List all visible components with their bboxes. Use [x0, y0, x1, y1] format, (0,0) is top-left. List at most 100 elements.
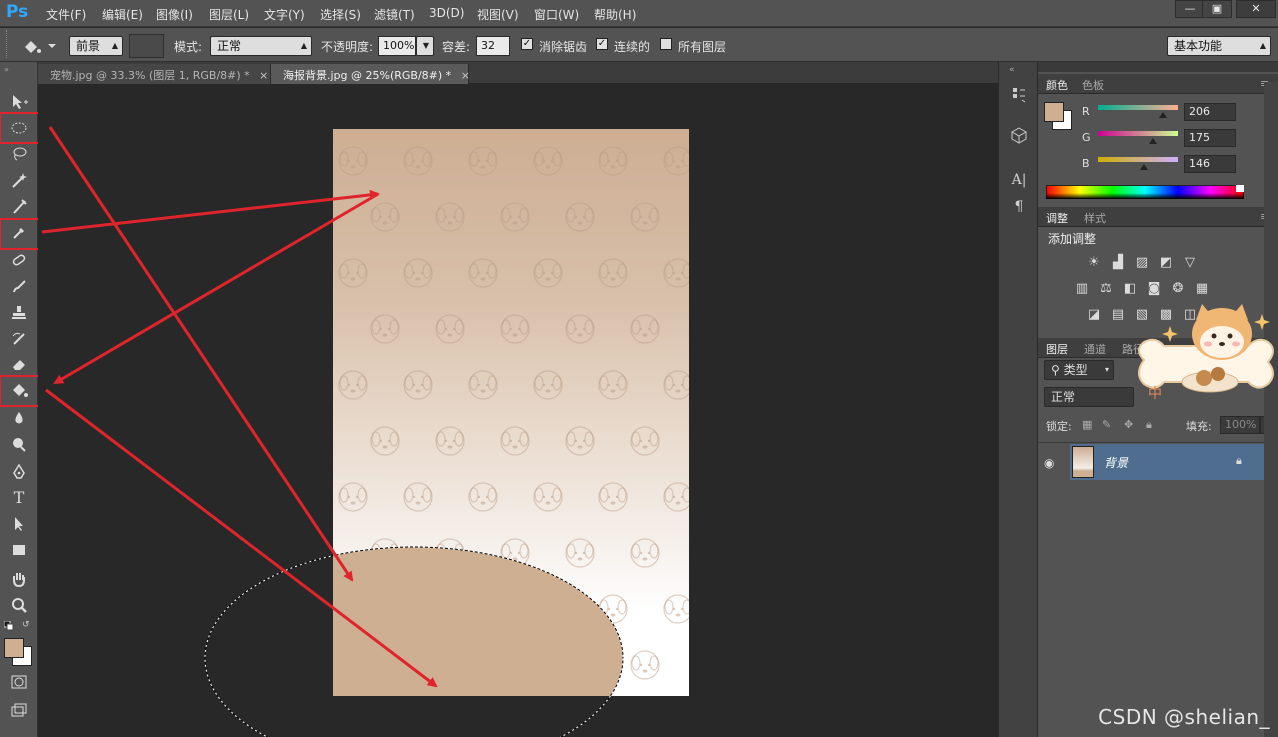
close-icon[interactable]: ×	[259, 69, 268, 82]
color-lookup-icon[interactable]: ▦	[1194, 281, 1210, 297]
tab-channels[interactable]: 通道	[1084, 341, 1106, 357]
r-input[interactable]: 206	[1184, 103, 1236, 121]
rectangle-icon[interactable]	[6, 538, 32, 562]
mode-select[interactable]: 正常 ▲	[210, 36, 312, 56]
layer-row-background[interactable]: 背景 🔒︎	[1070, 444, 1264, 480]
pen-icon[interactable]	[6, 460, 32, 484]
workspace-select[interactable]: 基本功能 ▲	[1167, 36, 1271, 56]
tab-swatches[interactable]: 色板	[1082, 77, 1104, 93]
r-slider-thumb[interactable]	[1159, 112, 1167, 118]
blur-icon[interactable]	[6, 406, 32, 430]
opacity-dropdown[interactable]: ▼	[416, 36, 434, 56]
spectrum-white-chip[interactable]	[1236, 185, 1244, 192]
history-panel-icon[interactable]	[1007, 86, 1031, 108]
fill-source-select[interactable]: 前景 ▲	[69, 36, 123, 56]
swap-colors-icon[interactable]: ↺	[22, 620, 34, 630]
black-white-icon[interactable]: ◧	[1122, 281, 1138, 297]
canvas-area[interactable]	[38, 85, 998, 737]
tab-adjustments[interactable]: 调整	[1046, 210, 1068, 226]
screen-mode-icon[interactable]	[6, 698, 32, 722]
g-slider-thumb[interactable]	[1149, 138, 1157, 144]
menu-3d[interactable]: 3D(D)	[429, 6, 464, 20]
antialias-checkbox[interactable]: ✓	[521, 38, 533, 50]
pattern-picker[interactable]	[129, 34, 164, 58]
tab-color[interactable]: 颜色	[1046, 77, 1068, 93]
menu-file[interactable]: 文件(F)	[46, 6, 86, 23]
toolbox-collapse[interactable]: »	[4, 65, 34, 74]
sticker-text: 中	[1148, 386, 1162, 402]
menu-image[interactable]: 图像(I)	[156, 6, 193, 23]
menu-help[interactable]: 帮助(H)	[594, 6, 636, 23]
tab-pet-jpg[interactable]: 宠物.jpg @ 33.3% (图层 1, RGB/8#) * ×	[38, 64, 271, 84]
type-tool-icon[interactable]: T	[6, 486, 32, 510]
character-panel-icon[interactable]: A|	[1007, 169, 1031, 191]
history-brush-icon[interactable]	[6, 326, 32, 350]
b-slider[interactable]	[1098, 157, 1178, 162]
antialias-label: 消除锯齿	[539, 40, 588, 54]
menu-view[interactable]: 视图(V)	[477, 6, 519, 23]
dodge-icon[interactable]	[6, 432, 32, 456]
magic-wand-icon[interactable]	[6, 168, 32, 192]
restore-button[interactable]: ▣	[1202, 0, 1232, 18]
3d-panel-icon[interactable]	[1007, 126, 1031, 148]
layer-filter-select[interactable]: ⚲ 类型 ▾	[1044, 360, 1114, 380]
color-balance-icon[interactable]: ⚖	[1098, 281, 1114, 297]
strip-collapse[interactable]: «	[1009, 65, 1015, 75]
menu-layer[interactable]: 图层(L)	[209, 6, 249, 23]
tab-layers[interactable]: 图层	[1046, 341, 1068, 357]
crop-icon[interactable]	[6, 194, 32, 218]
lock-all-icon[interactable]: 🔒︎	[1146, 418, 1152, 432]
close-button[interactable]: ✕	[1236, 0, 1276, 18]
foreground-color-swatch[interactable]	[4, 638, 24, 658]
brush-icon[interactable]	[6, 274, 32, 298]
b-input[interactable]: 146	[1184, 155, 1236, 173]
brightness-icon[interactable]: ☀	[1086, 255, 1102, 271]
r-slider[interactable]	[1098, 105, 1178, 110]
quick-mask-icon[interactable]	[6, 670, 32, 694]
invert-icon[interactable]: ◪	[1086, 307, 1102, 323]
move-tool-icon[interactable]	[6, 90, 32, 114]
exposure-icon[interactable]: ◩	[1158, 255, 1174, 271]
hand-icon[interactable]	[6, 567, 32, 591]
color-fg-swatch[interactable]	[1044, 102, 1064, 122]
tolerance-input[interactable]: 32	[476, 36, 510, 56]
clone-stamp-icon[interactable]	[6, 300, 32, 324]
lock-pixels-icon[interactable]: ✎	[1102, 418, 1111, 431]
lock-transparent-icon[interactable]: ▦	[1082, 418, 1092, 431]
levels-icon[interactable]: ▟	[1110, 255, 1126, 271]
eye-icon[interactable]: ◉	[1044, 456, 1062, 470]
menu-filter[interactable]: 滤镜(T)	[374, 6, 415, 23]
channel-mixer-icon[interactable]: ❂	[1170, 281, 1186, 297]
b-slider-thumb[interactable]	[1140, 164, 1148, 170]
eraser-icon[interactable]	[6, 352, 32, 376]
menu-window[interactable]: 窗口(W)	[534, 6, 579, 23]
path-selection-icon[interactable]	[6, 512, 32, 536]
shiba-sticker: 中	[1138, 304, 1274, 402]
default-colors-icon[interactable]	[3, 620, 14, 631]
blend-mode-select[interactable]: 正常	[1044, 387, 1134, 407]
minimize-button[interactable]: —	[1175, 0, 1205, 18]
tab-poster-background[interactable]: 海报背景.jpg @ 25%(RGB/8#) * ×	[271, 64, 470, 84]
lasso-icon[interactable]	[6, 142, 32, 166]
close-icon[interactable]: ×	[461, 69, 470, 82]
photo-filter-icon[interactable]: ◙	[1146, 281, 1162, 297]
menu-edit[interactable]: 编辑(E)	[102, 6, 143, 23]
lock-position-icon[interactable]: ✥	[1124, 418, 1133, 431]
vibrance-icon[interactable]: ▽	[1182, 255, 1198, 271]
menu-type[interactable]: 文字(Y)	[264, 6, 305, 23]
curves-icon[interactable]: ▨	[1134, 255, 1150, 271]
g-slider[interactable]	[1098, 131, 1178, 136]
tab-styles[interactable]: 样式	[1084, 210, 1106, 226]
menu-select[interactable]: 选择(S)	[320, 6, 361, 23]
posterize-icon[interactable]: ▤	[1110, 307, 1126, 323]
all-layers-checkbox[interactable]	[660, 38, 672, 50]
contiguous-checkbox[interactable]: ✓	[596, 38, 608, 50]
opacity-input[interactable]: 100%	[378, 36, 416, 56]
paragraph-panel-icon[interactable]: ¶	[1007, 196, 1031, 218]
zoom-icon[interactable]	[6, 593, 32, 617]
tool-preset-picker[interactable]	[20, 35, 60, 57]
hue-saturation-icon[interactable]: ▥	[1074, 281, 1090, 297]
healing-brush-icon[interactable]	[6, 248, 32, 272]
g-label: G	[1082, 131, 1091, 144]
g-input[interactable]: 175	[1184, 129, 1236, 147]
